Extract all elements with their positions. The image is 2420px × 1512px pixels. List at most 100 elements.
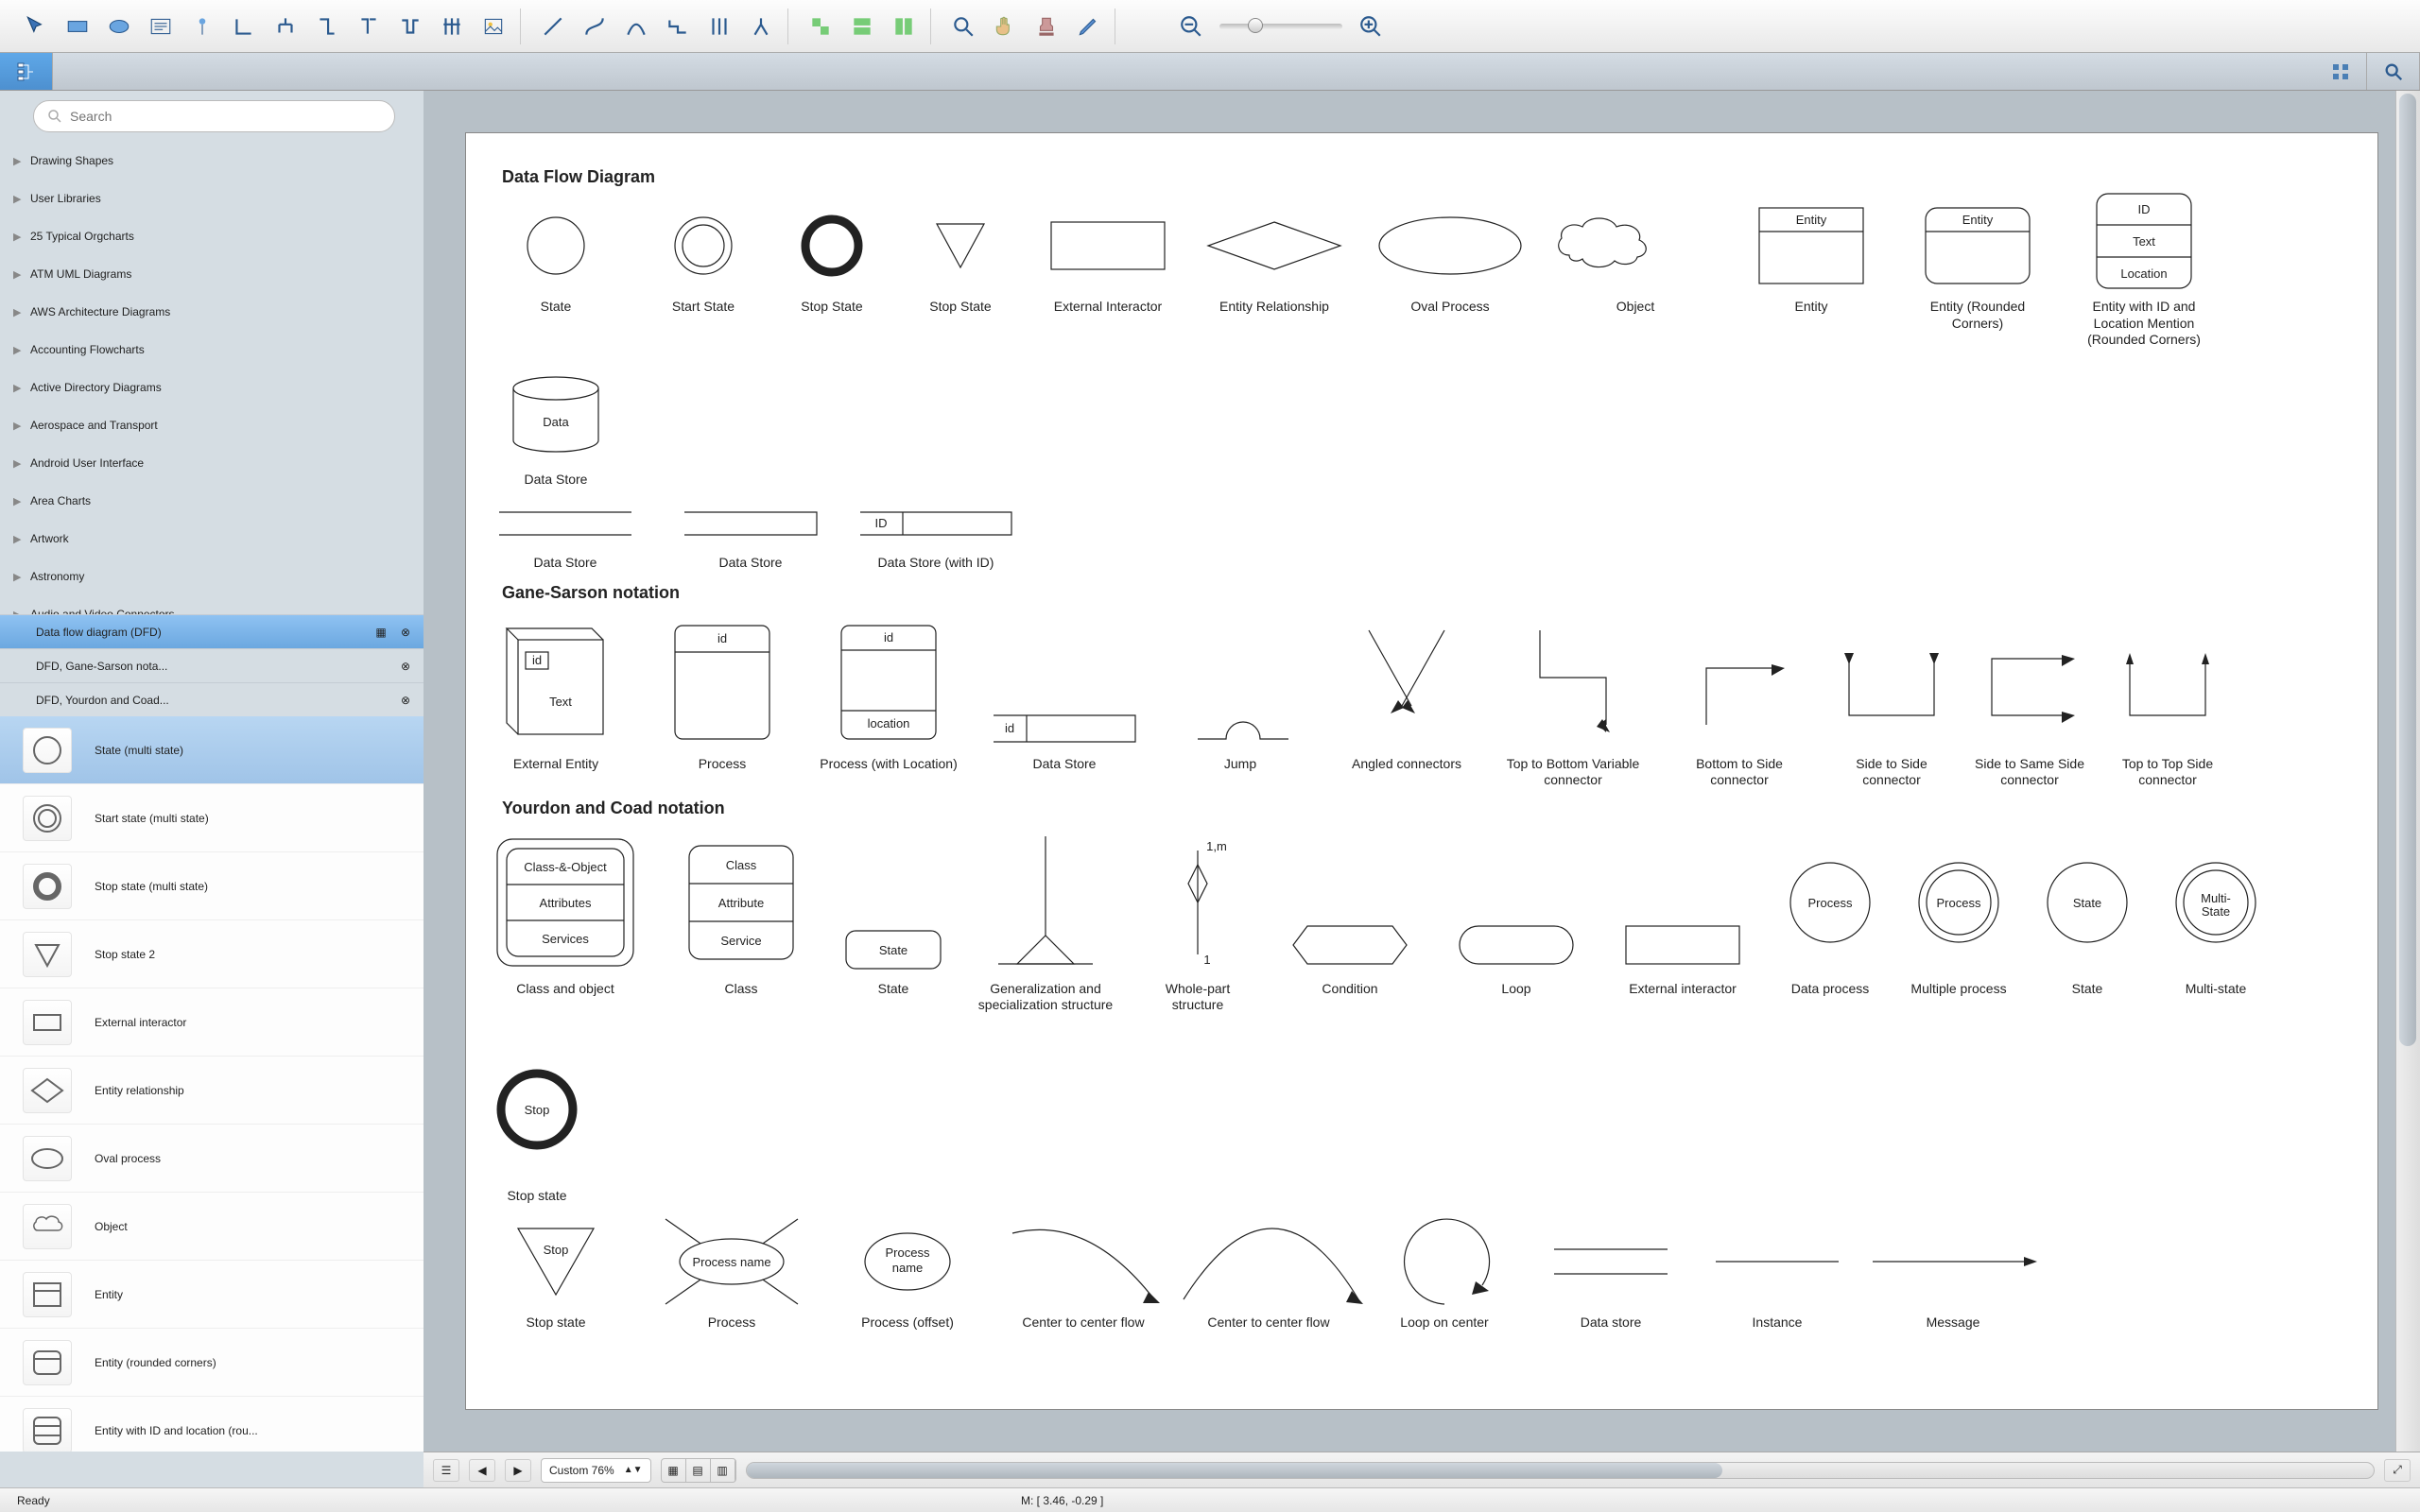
svg-text:Attribute: Attribute — [718, 896, 764, 910]
tree-item[interactable]: ▶Artwork — [0, 520, 424, 558]
orth-tool[interactable] — [659, 9, 697, 44]
pin-icon[interactable]: ▦ — [372, 624, 389, 641]
vertical-scrollbar[interactable] — [2395, 91, 2420, 1452]
search-input[interactable] — [33, 100, 395, 132]
spline-tool[interactable] — [576, 9, 614, 44]
svg-text:1,m: 1,m — [1206, 839, 1227, 853]
view-mode-buttons[interactable]: ▦▤▥ — [661, 1458, 736, 1483]
page-list-button[interactable]: ☰ — [433, 1459, 459, 1482]
zoom-in-button[interactable] — [1352, 9, 1390, 44]
shape-row[interactable]: State (multi state) — [0, 716, 424, 784]
pointer-tool[interactable] — [17, 9, 55, 44]
svg-text:Services: Services — [542, 932, 589, 946]
library-tab[interactable]: DFD, Gane-Sarson nota...⊗ — [0, 648, 424, 682]
stamp-tool[interactable] — [1028, 9, 1065, 44]
grid-view-tab[interactable] — [2314, 53, 2367, 90]
tree-item[interactable]: ▶Aerospace and Transport — [0, 406, 424, 444]
status-ready: Ready — [17, 1494, 50, 1507]
shape-row[interactable]: Stop state (multi state) — [0, 852, 424, 920]
chevron-right-icon: ▶ — [13, 571, 25, 583]
align1-tool[interactable] — [802, 9, 839, 44]
svg-text:location: location — [868, 716, 910, 730]
shape-thumb — [23, 1408, 72, 1452]
connector-right-tool[interactable] — [308, 9, 346, 44]
ellipse-tool[interactable] — [100, 9, 138, 44]
tree-item[interactable]: ▶Drawing Shapes — [0, 142, 424, 180]
zoom-sel-tool[interactable] — [944, 9, 982, 44]
close-icon[interactable]: ⊗ — [397, 692, 414, 709]
align3-tool[interactable] — [885, 9, 923, 44]
search-tab[interactable] — [2367, 53, 2420, 90]
tree-item[interactable]: ▶Audio and Video Connectors — [0, 595, 424, 614]
prev-page-button[interactable]: ◀ — [469, 1459, 495, 1482]
zoom-slider[interactable] — [1219, 24, 1342, 29]
shape-row[interactable]: Stop state 2 — [0, 920, 424, 988]
shape-row[interactable]: Object — [0, 1193, 424, 1261]
svg-text:Text: Text — [549, 695, 572, 709]
svg-text:State: State — [2202, 904, 2230, 919]
tree-item[interactable]: ▶Android User Interface — [0, 444, 424, 482]
shape-row[interactable]: External interactor — [0, 988, 424, 1057]
shape-row[interactable]: Entity relationship — [0, 1057, 424, 1125]
svg-text:Data: Data — [543, 415, 569, 429]
curve-tool[interactable] — [617, 9, 655, 44]
svg-text:Process: Process — [1808, 896, 1853, 910]
library-tab[interactable]: DFD, Yourdon and Coad...⊗ — [0, 682, 424, 716]
fit-button[interactable]: ⤢ — [2384, 1459, 2411, 1482]
connector-t-tool[interactable] — [350, 9, 388, 44]
connector-grid-tool[interactable] — [433, 9, 471, 44]
svg-text:name: name — [892, 1261, 924, 1275]
tree-item[interactable]: ▶ATM UML Diagrams — [0, 255, 424, 293]
svg-text:ID: ID — [2138, 202, 2151, 216]
svg-text:Stop: Stop — [544, 1243, 569, 1257]
tree-item[interactable]: ▶User Libraries — [0, 180, 424, 217]
library-toolbar — [0, 53, 2420, 91]
tree-item[interactable]: ▶Accounting Flowcharts — [0, 331, 424, 369]
chevron-right-icon: ▶ — [13, 344, 25, 356]
svg-text:1: 1 — [1203, 953, 1210, 967]
branch-tool[interactable] — [742, 9, 780, 44]
shape-thumb — [23, 796, 72, 841]
zoom-select[interactable]: Custom 76%▲▼ — [541, 1458, 651, 1483]
horizontal-scrollbar[interactable] — [746, 1462, 2376, 1479]
svg-text:id: id — [884, 630, 893, 644]
shape-row[interactable]: Start state (multi state) — [0, 784, 424, 852]
next-page-button[interactable]: ▶ — [505, 1459, 531, 1482]
library-tree-tab[interactable] — [0, 53, 53, 90]
main-toolbar — [0, 0, 2420, 53]
chevron-right-icon: ▶ — [13, 495, 25, 507]
hand-tool[interactable] — [986, 9, 1024, 44]
image-tool[interactable] — [475, 9, 512, 44]
tree-item[interactable]: ▶AWS Architecture Diagrams — [0, 293, 424, 331]
library-tab[interactable]: Data flow diagram (DFD)▦⊗ — [0, 614, 424, 648]
zoom-out-button[interactable] — [1172, 9, 1210, 44]
text-tool[interactable] — [142, 9, 180, 44]
pen-tool[interactable] — [1069, 9, 1107, 44]
connector-m-tool[interactable] — [391, 9, 429, 44]
node-tool[interactable] — [183, 9, 221, 44]
close-icon[interactable]: ⊗ — [397, 624, 414, 641]
connector-tree-tool[interactable] — [267, 9, 304, 44]
tree-item[interactable]: ▶25 Typical Orgcharts — [0, 217, 424, 255]
shape-row[interactable]: Oval process — [0, 1125, 424, 1193]
line-tool[interactable] — [534, 9, 572, 44]
shape-row[interactable]: Entity — [0, 1261, 424, 1329]
tree-item[interactable]: ▶Area Charts — [0, 482, 424, 520]
connector-l-tool[interactable] — [225, 9, 263, 44]
drawing-page[interactable]: Data Flow Diagram State Start State Stop… — [465, 132, 2378, 1410]
multi-tool[interactable] — [700, 9, 738, 44]
align2-tool[interactable] — [843, 9, 881, 44]
shape-thumb — [23, 728, 72, 773]
chevron-right-icon: ▶ — [13, 457, 25, 470]
tree-item[interactable]: ▶Active Directory Diagrams — [0, 369, 424, 406]
shape-row[interactable]: Entity (rounded corners) — [0, 1329, 424, 1397]
svg-text:Class-&-Object: Class-&-Object — [524, 860, 607, 874]
svg-text:id: id — [1005, 721, 1014, 735]
rect-tool[interactable] — [59, 9, 96, 44]
sidebar: ▶Drawing Shapes▶User Libraries▶25 Typica… — [0, 91, 424, 1452]
close-icon[interactable]: ⊗ — [397, 658, 414, 675]
shape-thumb — [23, 1204, 72, 1249]
shape-row[interactable]: Entity with ID and location (rou... — [0, 1397, 424, 1452]
tree-item[interactable]: ▶Astronomy — [0, 558, 424, 595]
shape-thumb — [23, 1340, 72, 1385]
